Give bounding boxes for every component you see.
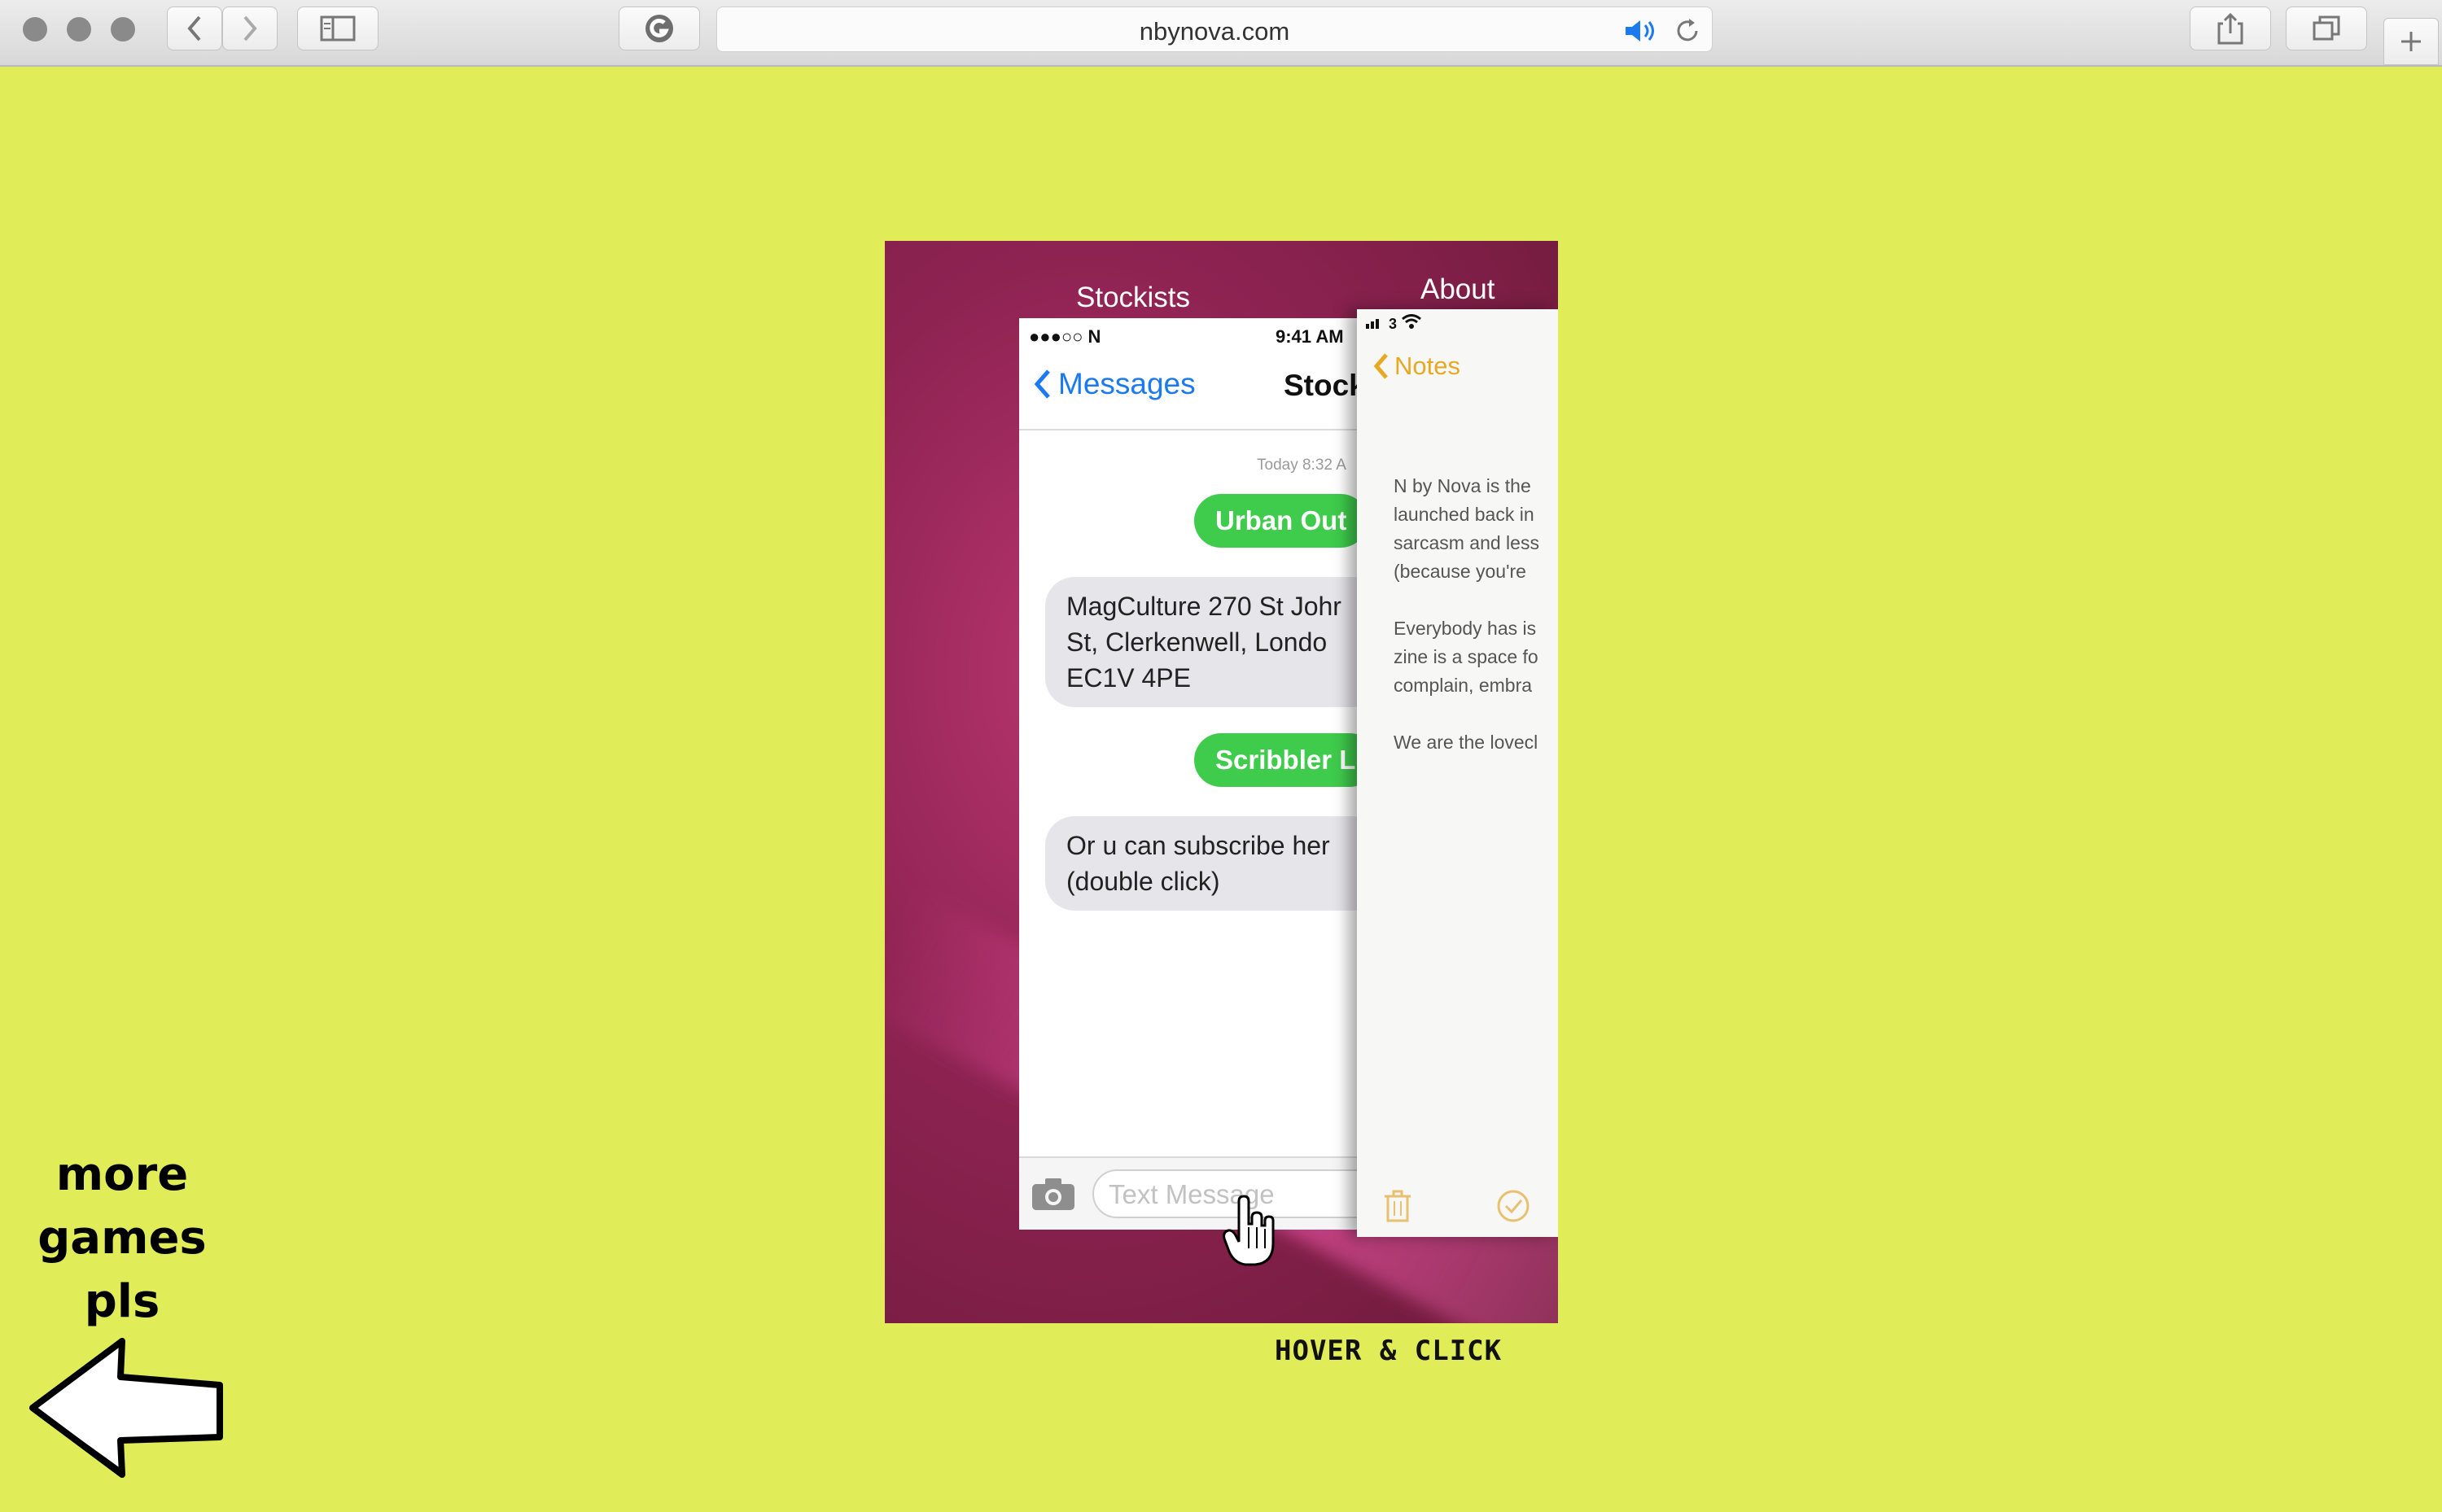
chevron-left-icon xyxy=(1034,369,1050,399)
chevron-left-icon xyxy=(1373,353,1388,379)
hover-click-hint: HOVER & CLICK xyxy=(1275,1335,1503,1367)
sidebar-toggle-button[interactable] xyxy=(297,7,379,50)
share-icon xyxy=(2217,12,2243,45)
received-message-bubble[interactable]: MagCulture 270 St Johr St, Clerkenwell, … xyxy=(1045,577,1369,707)
close-window-button[interactable] xyxy=(23,17,47,42)
more-games-line: pls xyxy=(84,1275,160,1328)
sidebar-icon xyxy=(320,15,356,42)
new-tab-button[interactable] xyxy=(2383,18,2439,65)
forward-icon xyxy=(243,15,257,42)
reader-button[interactable] xyxy=(619,7,700,50)
wifi-icon xyxy=(1402,314,1421,329)
sent-message-bubble[interactable]: Urban Out xyxy=(1194,494,1368,548)
forward-button[interactable] xyxy=(222,7,278,50)
back-button[interactable] xyxy=(167,7,222,50)
status-time: 9:41 AM xyxy=(1276,326,1344,347)
tabs-overview-button[interactable] xyxy=(2286,7,2367,50)
received-message-bubble[interactable]: Or u can subscribe her (double click) xyxy=(1045,816,1369,911)
conversation-title: Stock xyxy=(1284,369,1366,402)
share-button[interactable] xyxy=(2190,7,2271,50)
signal-status: ●●●○○ N xyxy=(1029,326,1101,347)
tabs-icon xyxy=(2313,15,2340,41)
game-canvas[interactable]: Stockists About ●●●○○ N 9:41 AM Messages… xyxy=(885,241,1558,1323)
signal-icon xyxy=(1366,319,1379,329)
notes-back-button[interactable]: Notes xyxy=(1373,352,1460,381)
nav-divider xyxy=(1019,429,1369,430)
stockists-messages-card[interactable]: ●●●○○ N 9:41 AM Messages Stock Today 8:3… xyxy=(1019,318,1369,1230)
address-bar[interactable]: nbynova.com xyxy=(716,7,1713,52)
sent-message-bubble[interactable]: Scribbler L xyxy=(1194,733,1369,787)
back-icon xyxy=(187,15,201,42)
message-input-bar: Text Message xyxy=(1019,1156,1369,1230)
message-timestamp: Today 8:32 A xyxy=(1257,457,1346,474)
notes-status: 3 xyxy=(1365,314,1422,333)
audio-icon[interactable] xyxy=(1624,19,1660,43)
about-notes-card[interactable]: 3 Notes N by Nova is the launched back i… xyxy=(1357,309,1558,1237)
zoom-window-button[interactable] xyxy=(111,17,135,42)
about-text: N by Nova is the launched back in sarcas… xyxy=(1394,475,1539,753)
notes-back-label: Notes xyxy=(1394,352,1460,380)
more-games-line: games xyxy=(37,1212,207,1265)
about-label[interactable]: About xyxy=(1420,273,1495,306)
reader-icon xyxy=(646,15,673,42)
camera-icon[interactable] xyxy=(1031,1176,1076,1212)
new-tab-icon xyxy=(2401,32,2421,51)
more-games-link[interactable]: more games pls xyxy=(33,1143,212,1334)
messages-back-label: Messages xyxy=(1058,367,1196,400)
arrow-left-icon[interactable] xyxy=(24,1335,228,1481)
browser-toolbar: nbynova.com xyxy=(0,0,2442,67)
check-circle-icon[interactable] xyxy=(1495,1188,1531,1224)
messages-back-button[interactable]: Messages xyxy=(1034,367,1196,401)
stockists-label[interactable]: Stockists xyxy=(1076,282,1190,314)
trash-icon[interactable] xyxy=(1381,1188,1414,1224)
more-games-line: more xyxy=(55,1148,189,1201)
hand-cursor-icon xyxy=(1223,1195,1275,1266)
minimize-window-button[interactable] xyxy=(67,17,91,42)
url-text: nbynova.com xyxy=(1139,17,1290,46)
reload-icon[interactable] xyxy=(1674,17,1701,45)
carrier-label: 3 xyxy=(1389,316,1398,332)
